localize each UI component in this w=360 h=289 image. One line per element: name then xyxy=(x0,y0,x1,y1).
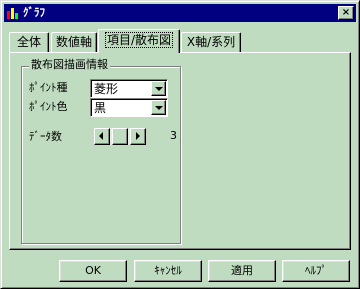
title-bar[interactable]: ｸﾞﾗﾌ × xyxy=(4,4,356,22)
tab-label: 項目/散布図 xyxy=(104,32,174,48)
point-type-select[interactable]: 菱形 xyxy=(90,79,168,98)
app-icon xyxy=(6,6,20,20)
scroll-left-icon[interactable] xyxy=(94,128,110,145)
close-icon: × xyxy=(341,7,351,18)
point-color-label: ﾎﾟｲﾝﾄ色 xyxy=(29,100,68,113)
data-count-scrollbar[interactable] xyxy=(94,128,146,145)
tab-xaxis-series[interactable]: X軸/系列 xyxy=(181,32,241,52)
point-color-select[interactable]: 黒 xyxy=(90,98,168,117)
apply-button[interactable]: 適用 xyxy=(208,260,276,282)
window-title: ｸﾞﾗﾌ xyxy=(23,6,45,19)
cancel-button[interactable]: ｷｬﾝｾﾙ xyxy=(134,260,202,282)
point-color-value: 黒 xyxy=(94,101,107,115)
graph-dialog: ｸﾞﾗﾌ × 全体 数値軸 項目/散布図 X軸/系列 散布図描画情報 ﾎﾟｲﾝﾄ… xyxy=(0,0,360,289)
help-button[interactable]: ﾍﾙﾌﾟ xyxy=(282,260,350,282)
tab-overall[interactable]: 全体 xyxy=(9,32,49,52)
scroll-right-icon[interactable] xyxy=(130,128,146,145)
chevron-down-icon[interactable] xyxy=(151,100,166,115)
ok-button[interactable]: OK xyxy=(59,260,127,282)
tab-label: X軸/系列 xyxy=(186,35,236,49)
tab-value-axis[interactable]: 数値軸 xyxy=(51,32,97,52)
data-count-label: ﾃﾞｰﾀ数 xyxy=(29,130,62,143)
chevron-down-icon[interactable] xyxy=(151,81,166,96)
group-title: 散布図描画情報 xyxy=(29,58,110,72)
tab-label: 全体 xyxy=(16,35,41,49)
point-type-label: ﾎﾟｲﾝﾄ種 xyxy=(29,81,68,94)
tab-label: 数値軸 xyxy=(55,35,92,49)
data-count-value: 3 xyxy=(170,129,177,142)
tab-item-scatter[interactable]: 項目/散布図 xyxy=(98,29,180,53)
scroll-thumb[interactable] xyxy=(112,128,128,145)
close-button[interactable]: × xyxy=(338,6,354,20)
point-type-value: 菱形 xyxy=(94,82,119,96)
